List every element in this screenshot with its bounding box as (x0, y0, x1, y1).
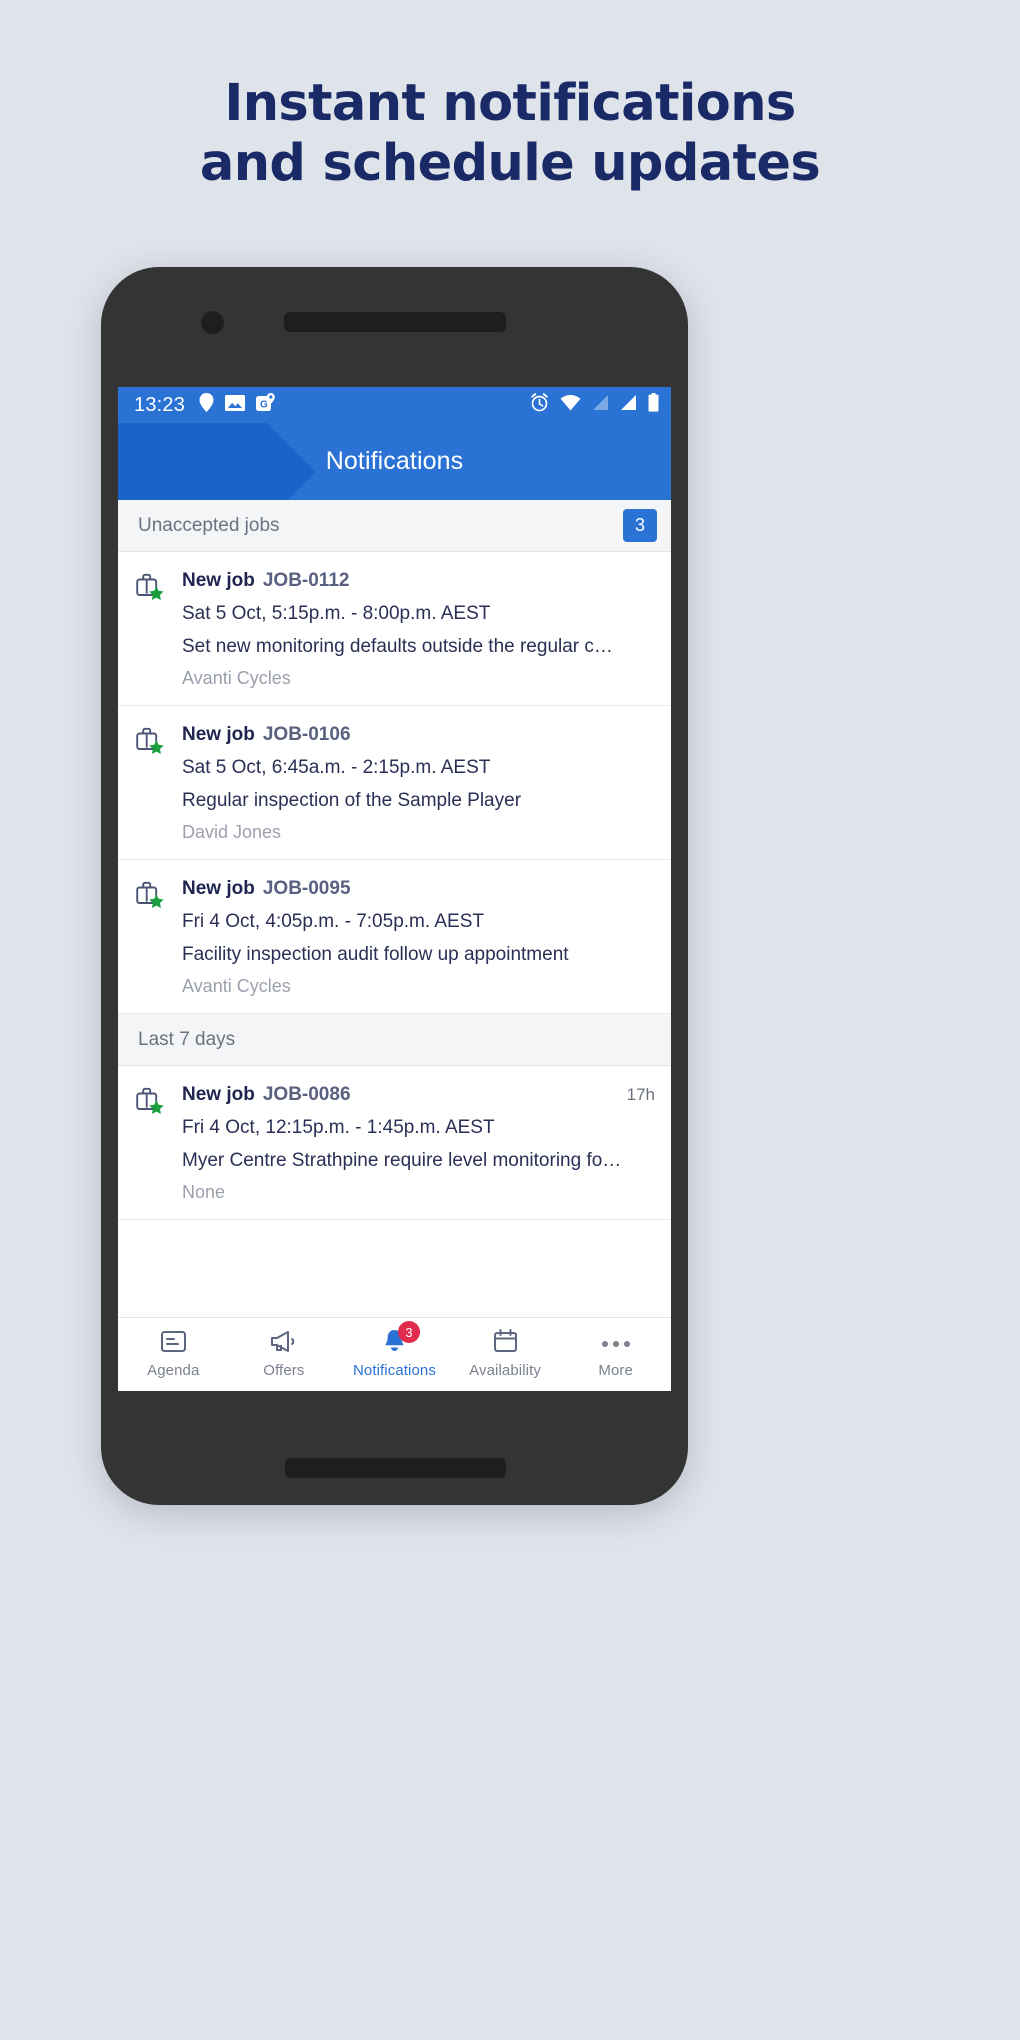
image-icon (225, 394, 246, 417)
notification-description: Set new monitoring defaults outside the … (182, 636, 613, 657)
notification-title: New job (182, 724, 255, 745)
battery-icon (648, 393, 659, 417)
home-indicator (285, 1458, 506, 1478)
notification-time: Fri 4 Oct, 4:05p.m. - 7:05p.m. AEST (182, 911, 484, 932)
notification-title-row: New job JOB-0086 17h (182, 1084, 655, 1106)
briefcase-star-icon (136, 727, 167, 760)
notification-description: Regular inspection of the Sample Player (182, 790, 522, 811)
briefcase-star-icon (136, 573, 167, 606)
notification-title: New job (182, 570, 255, 591)
nav-item-notifications[interactable]: 3 Notifications (339, 1318, 450, 1391)
nav-item-availability[interactable]: Availability (450, 1318, 561, 1391)
location-pin-icon (199, 393, 214, 417)
phone-screen: 13:23 G Notifications Unaccepted jobs 3 … (118, 387, 671, 1391)
bottom-navigation: Agenda Offers 3 Notifications Availability Mo… (118, 1317, 671, 1391)
headline-line-1: Instant notifications (224, 74, 796, 133)
notification-title: New job (182, 1084, 255, 1105)
notification-subtitle: Avanti Cycles (182, 976, 291, 996)
svg-text:G: G (260, 399, 268, 410)
notification-item[interactable]: New job JOB-0095 Fri 4 Oct, 4:05p.m. - 7:0… (118, 860, 671, 1014)
notification-icon (136, 724, 182, 843)
map-pin-icon: G (256, 392, 276, 418)
headline-line-2: and schedule updates (199, 133, 821, 193)
notification-body: New job JOB-0086 17h Fri 4 Oct, 12:15p.m. -… (182, 1084, 655, 1203)
section-header: Last 7 days (118, 1014, 671, 1066)
page-title: Instant notifications and schedule updat… (0, 74, 1020, 193)
notification-title: New job (182, 878, 255, 899)
notification-description: Facility inspection audit follow up appo… (182, 944, 569, 965)
nav-item-more[interactable]: More (560, 1318, 671, 1391)
signal-icon (620, 394, 637, 416)
notification-item[interactable]: New job JOB-0106 Sat 5 Oct, 6:45a.m. - 2:1… (118, 706, 671, 860)
notification-age: 17h (626, 1085, 655, 1104)
nav-label: Offers (263, 1362, 305, 1379)
front-camera-icon (201, 311, 224, 334)
nav-badge: 3 (397, 1321, 420, 1343)
notification-time: Sat 5 Oct, 6:45a.m. - 2:15p.m. AEST (182, 757, 491, 778)
status-clock: 13:23 (134, 393, 186, 416)
more-dots-icon (601, 1340, 630, 1347)
notification-body: New job JOB-0095 Fri 4 Oct, 4:05p.m. - 7:0… (182, 878, 655, 997)
notification-reference: JOB-0086 (262, 1084, 351, 1105)
nav-icon-wrapper (269, 1330, 298, 1357)
calendar-icon (493, 1328, 518, 1360)
briefcase-star-icon (136, 1087, 167, 1120)
notification-title-row: New job JOB-0106 (182, 724, 655, 746)
phone-mockup: 13:23 G Notifications Unaccepted jobs 3 … (101, 267, 688, 1505)
nav-label: Agenda (147, 1362, 200, 1379)
notification-time: Sat 5 Oct, 5:15p.m. - 8:00p.m. AEST (182, 603, 491, 624)
nav-label: Availability (469, 1362, 541, 1379)
notification-reference: JOB-0095 (262, 878, 351, 899)
nav-icon-wrapper (601, 1330, 630, 1357)
wifi-icon (560, 394, 581, 416)
notification-subtitle: David Jones (182, 822, 282, 842)
briefcase-star-icon (136, 881, 167, 914)
notification-icon (136, 878, 182, 997)
section-header-label: Unaccepted jobs (138, 514, 280, 536)
notification-list[interactable]: Unaccepted jobs 3 New job JOB-0112 Sat 5 Oct… (118, 500, 671, 1317)
nav-icon-wrapper: 3 (382, 1321, 420, 1357)
notification-subtitle: Avanti Cycles (182, 668, 291, 688)
section-header-label: Last 7 days (138, 1028, 236, 1050)
notification-subtitle: None (182, 1182, 226, 1202)
status-bar: 13:23 G (118, 387, 671, 423)
notification-body: New job JOB-0106 Sat 5 Oct, 6:45a.m. - 2:1… (182, 724, 655, 843)
nav-label: More (598, 1362, 633, 1379)
nav-label: Notifications (352, 1362, 436, 1379)
app-bar: Notifications (118, 423, 671, 500)
megaphone-icon (269, 1328, 298, 1360)
signal-dim-icon (592, 394, 609, 416)
section-count-badge: 3 (623, 509, 657, 542)
notification-description: Myer Centre Strathpine require level mon… (182, 1150, 622, 1171)
section-header: Unaccepted jobs 3 (118, 500, 671, 552)
nav-icon-wrapper (160, 1330, 187, 1357)
notification-reference: JOB-0112 (262, 570, 350, 591)
notification-title-row: New job JOB-0095 (182, 878, 655, 900)
notification-body: New job JOB-0112 Sat 5 Oct, 5:15p.m. - 8:0… (182, 570, 655, 689)
notification-time: Fri 4 Oct, 12:15p.m. - 1:45p.m. AEST (182, 1117, 495, 1138)
notification-icon (136, 570, 182, 689)
notification-item[interactable]: New job JOB-0112 Sat 5 Oct, 5:15p.m. - 8:0… (118, 552, 671, 706)
status-right-icons (530, 393, 659, 417)
notification-reference: JOB-0106 (262, 724, 351, 745)
status-left-icons: G (199, 392, 276, 418)
agenda-icon (160, 1328, 187, 1360)
nav-icon-wrapper (493, 1328, 518, 1360)
notification-icon (136, 1084, 182, 1203)
notification-title-row: New job JOB-0112 (182, 570, 655, 592)
nav-item-offers[interactable]: Offers (229, 1318, 340, 1391)
nav-item-agenda[interactable]: Agenda (118, 1318, 229, 1391)
earpiece-speaker (284, 312, 506, 332)
app-bar-title: Notifications (325, 447, 464, 475)
alarm-icon (530, 393, 549, 417)
notification-item[interactable]: New job JOB-0086 17h Fri 4 Oct, 12:15p.m. -… (118, 1066, 671, 1220)
